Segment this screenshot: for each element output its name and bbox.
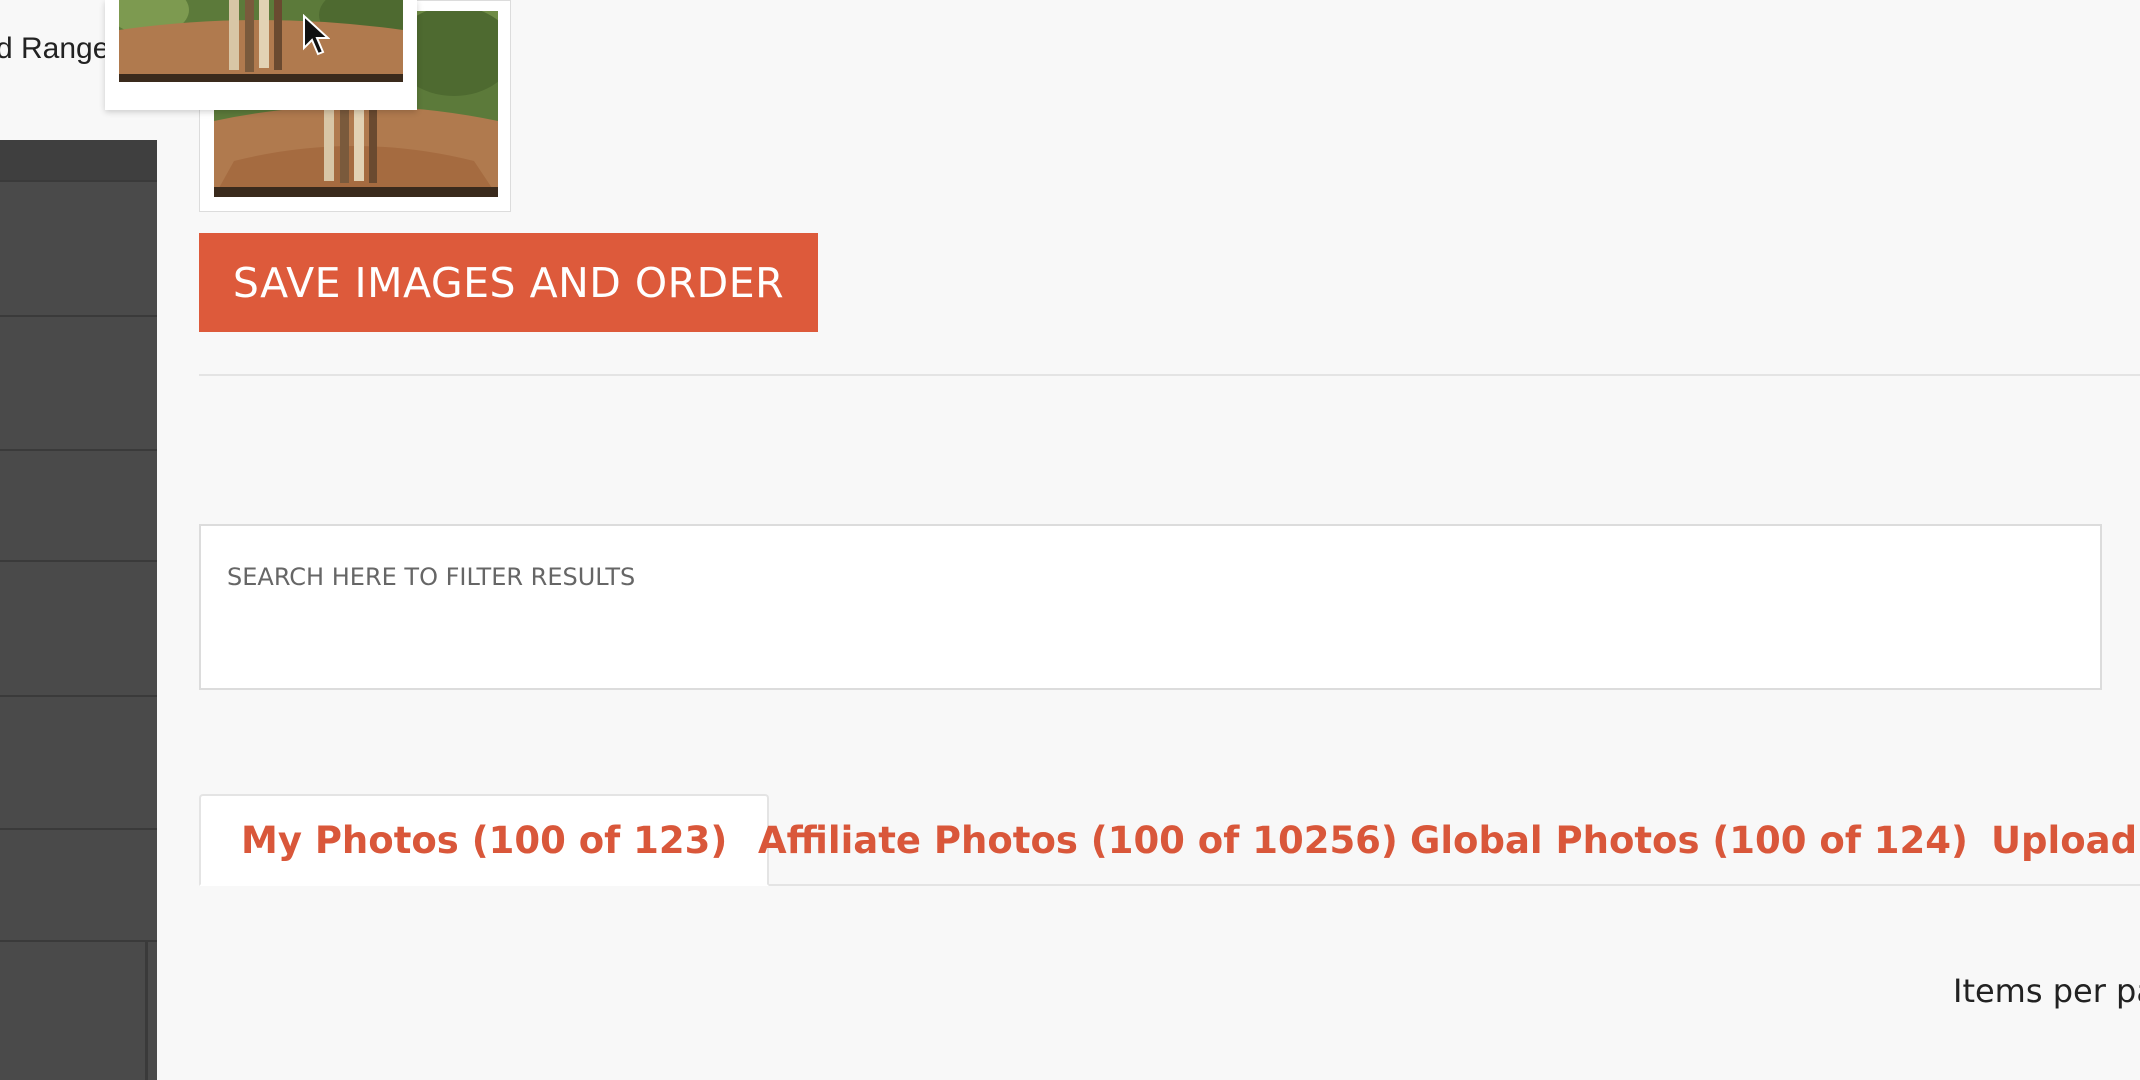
drag-preview-card[interactable] [105,0,417,110]
tab-my-photos[interactable]: My Photos (100 of 123) [199,794,770,886]
sidebar-divider [0,695,157,697]
tab-affiliate-photos[interactable]: Affiliate Photos (100 of 10256) [758,794,1398,886]
date-range-label: d Range [0,32,110,65]
giraffe-photo-drag-preview [119,0,403,82]
sidebar-band [0,140,157,180]
sidebar-divider [0,828,157,830]
photo-tabs: My Photos (100 of 123) Affiliate Photos … [199,794,2140,886]
sidebar-divider [0,940,157,942]
search-box[interactable] [199,524,2102,690]
section-divider [199,374,2140,376]
sidebar-divider [0,449,157,451]
sidebar-divider [0,180,157,182]
save-images-and-order-button[interactable]: SAVE IMAGES AND ORDER [199,233,818,332]
sidebar-divider [0,560,157,562]
tab-global-photos[interactable]: Global Photos (100 of 124) [1410,794,1968,886]
left-sidebar: d Range [0,0,157,1080]
items-per-page-label: Items per pa [1953,972,2140,1010]
tab-upload[interactable]: Upload I [1991,794,2140,886]
sidebar-column-line [145,940,148,1080]
search-input[interactable] [225,556,2029,598]
sidebar-divider [0,315,157,317]
mouse-cursor-icon [303,14,330,56]
